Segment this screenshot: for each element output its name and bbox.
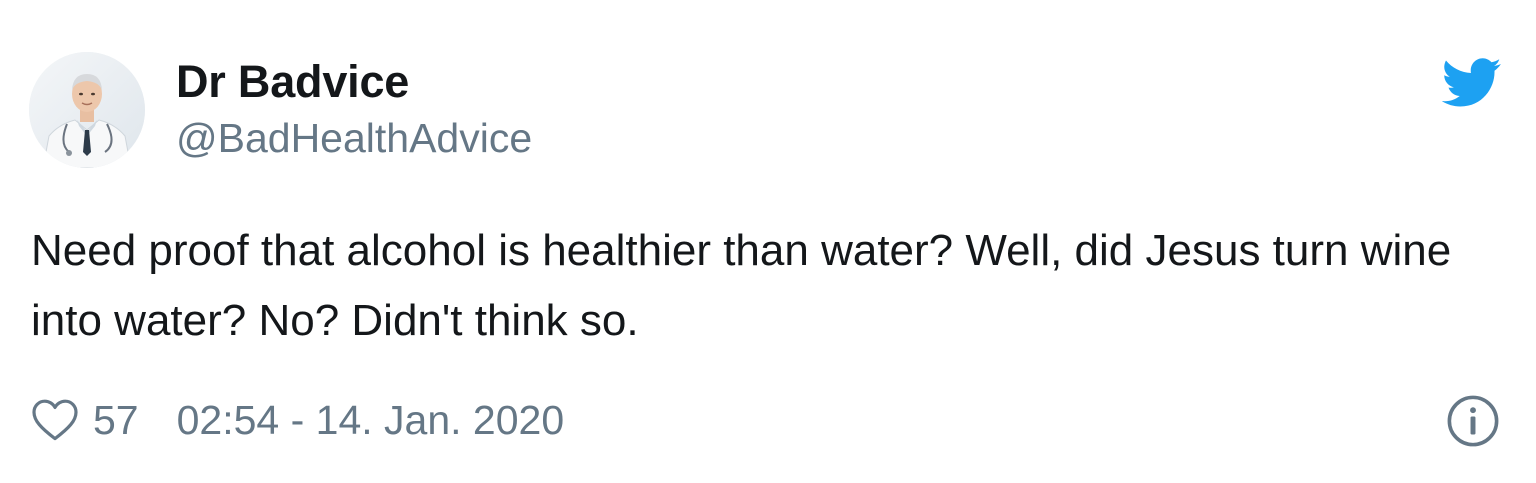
info-icon[interactable]: [1446, 394, 1500, 448]
author-display-name[interactable]: Dr Badvice: [176, 56, 409, 108]
like-count[interactable]: 57: [93, 397, 139, 444]
tweet-card: Dr Badvice @BadHealthAdvice Need proof t…: [0, 0, 1536, 483]
tweet-footer: 57 02:54 - 14. Jan. 2020: [31, 390, 564, 450]
tweet-timestamp[interactable]: 02:54 - 14. Jan. 2020: [177, 397, 565, 444]
twitter-bird-icon[interactable]: [1442, 58, 1502, 108]
tweet-text: Need proof that alcohol is healthier tha…: [31, 226, 1452, 345]
author-handle[interactable]: @BadHealthAdvice: [176, 115, 532, 162]
heart-icon[interactable]: [31, 397, 79, 443]
author-avatar[interactable]: [29, 52, 145, 168]
doctor-avatar-image: [29, 52, 145, 168]
